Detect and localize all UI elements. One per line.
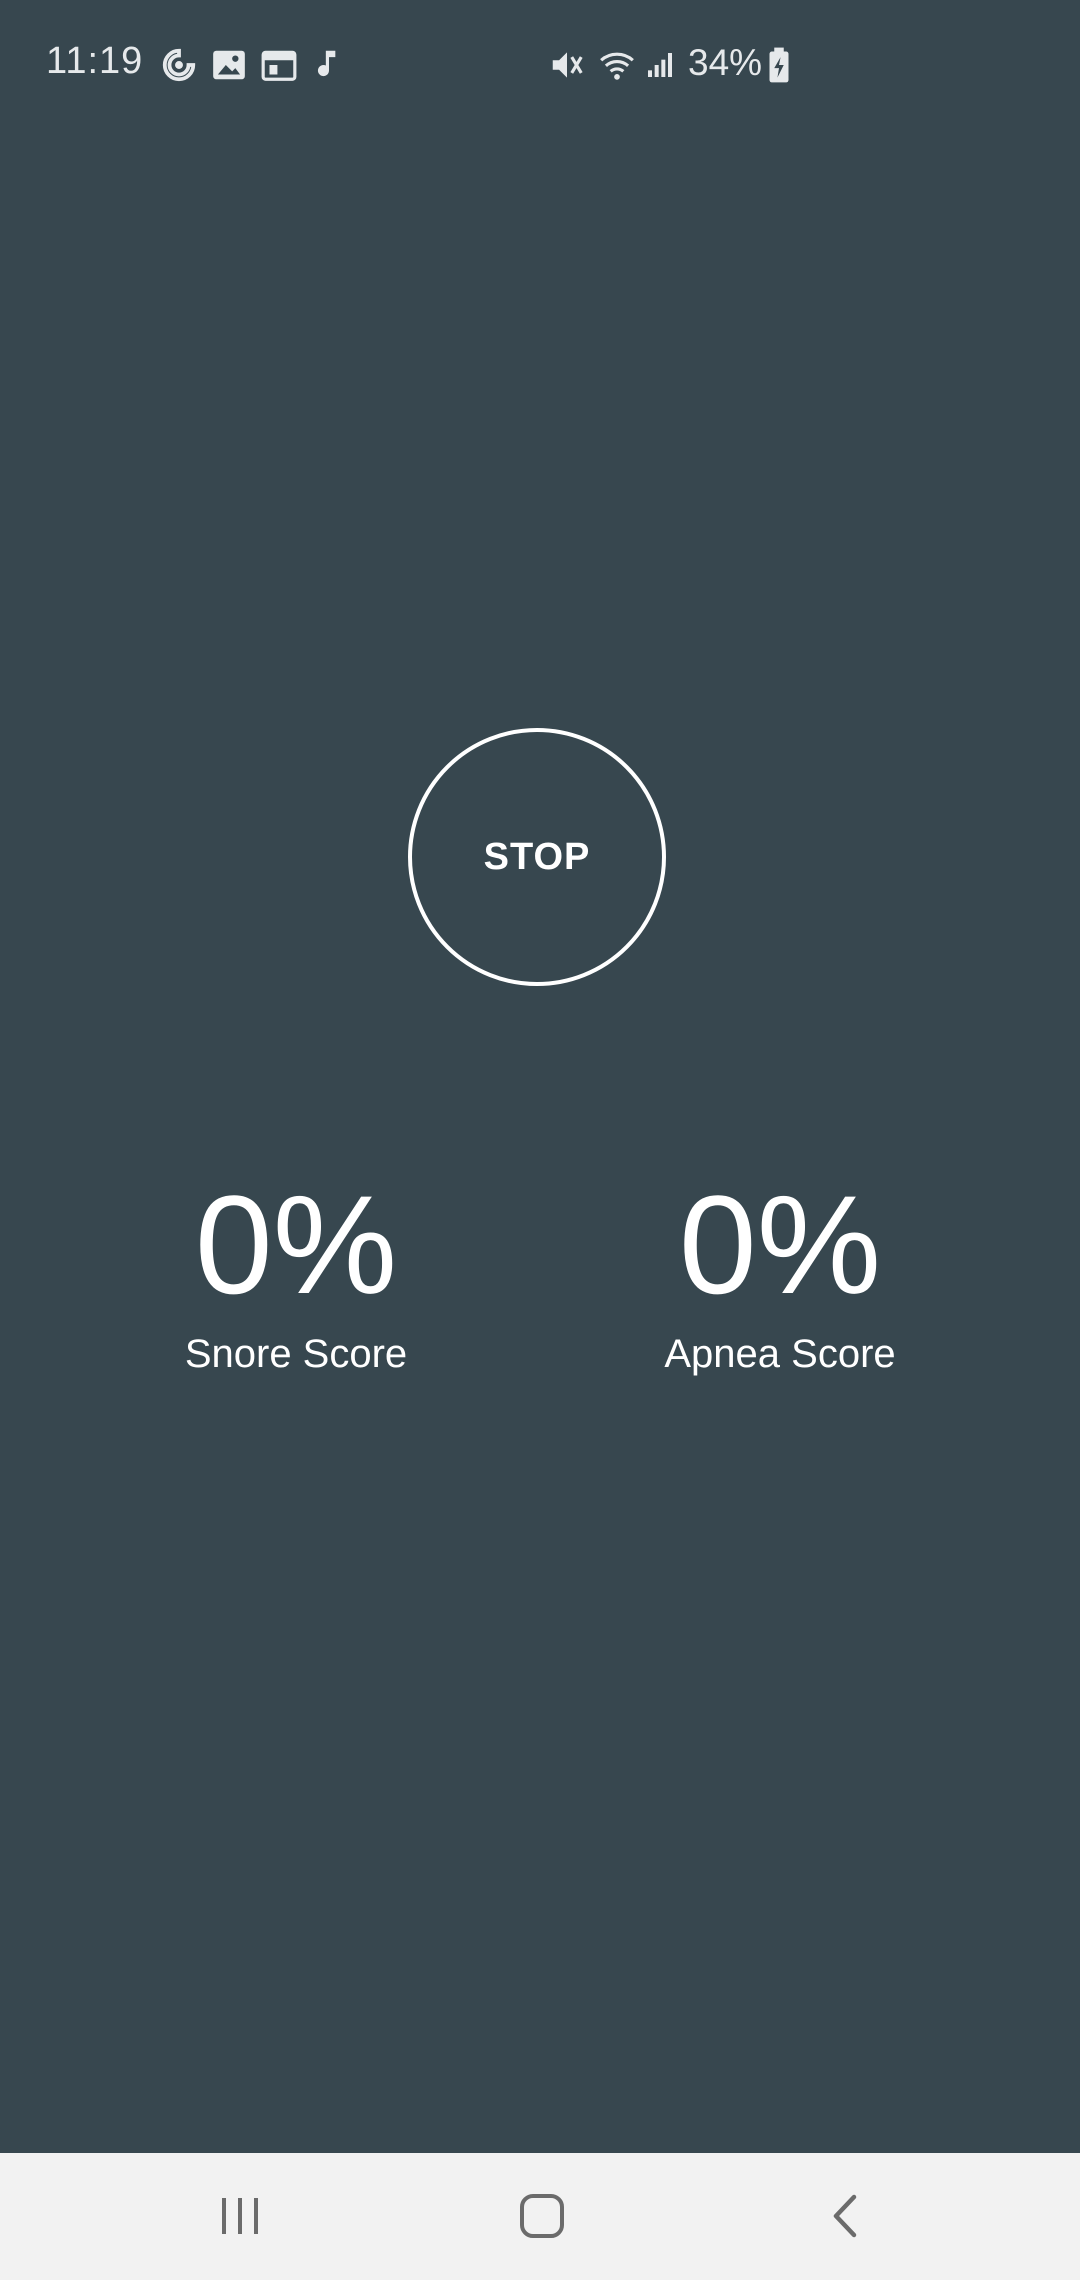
apnea-score: 0% Apnea Score bbox=[580, 1170, 980, 1377]
calendar-icon bbox=[260, 46, 298, 84]
wifi-icon bbox=[596, 46, 638, 84]
navigation-bar bbox=[0, 2153, 1080, 2280]
status-bar: 11:19 34% bbox=[0, 0, 1080, 132]
status-time: 11:19 bbox=[46, 40, 144, 82]
sync-icon bbox=[160, 46, 198, 84]
mute-icon bbox=[548, 46, 586, 84]
apnea-score-value: 0% bbox=[678, 1166, 882, 1323]
recent-apps-button[interactable] bbox=[192, 2173, 288, 2259]
stop-button-label: STOP bbox=[483, 835, 591, 878]
stop-button[interactable]: STOP bbox=[408, 728, 666, 986]
snore-score-label: Snore Score bbox=[184, 1332, 408, 1376]
recent-apps-icon bbox=[222, 2198, 258, 2234]
home-button[interactable] bbox=[494, 2173, 590, 2259]
signal-icon bbox=[644, 46, 676, 84]
home-icon bbox=[520, 2194, 564, 2238]
image-icon bbox=[210, 46, 248, 84]
snore-score: 0% Snore Score bbox=[96, 1170, 496, 1377]
back-icon bbox=[833, 2194, 857, 2238]
music-note-icon bbox=[310, 46, 348, 84]
battery-percentage: 34% bbox=[688, 42, 763, 83]
apnea-score-label: Apnea Score bbox=[664, 1332, 896, 1376]
snore-score-value: 0% bbox=[194, 1166, 398, 1323]
back-button[interactable] bbox=[797, 2173, 893, 2259]
battery-charging-icon bbox=[766, 46, 792, 84]
